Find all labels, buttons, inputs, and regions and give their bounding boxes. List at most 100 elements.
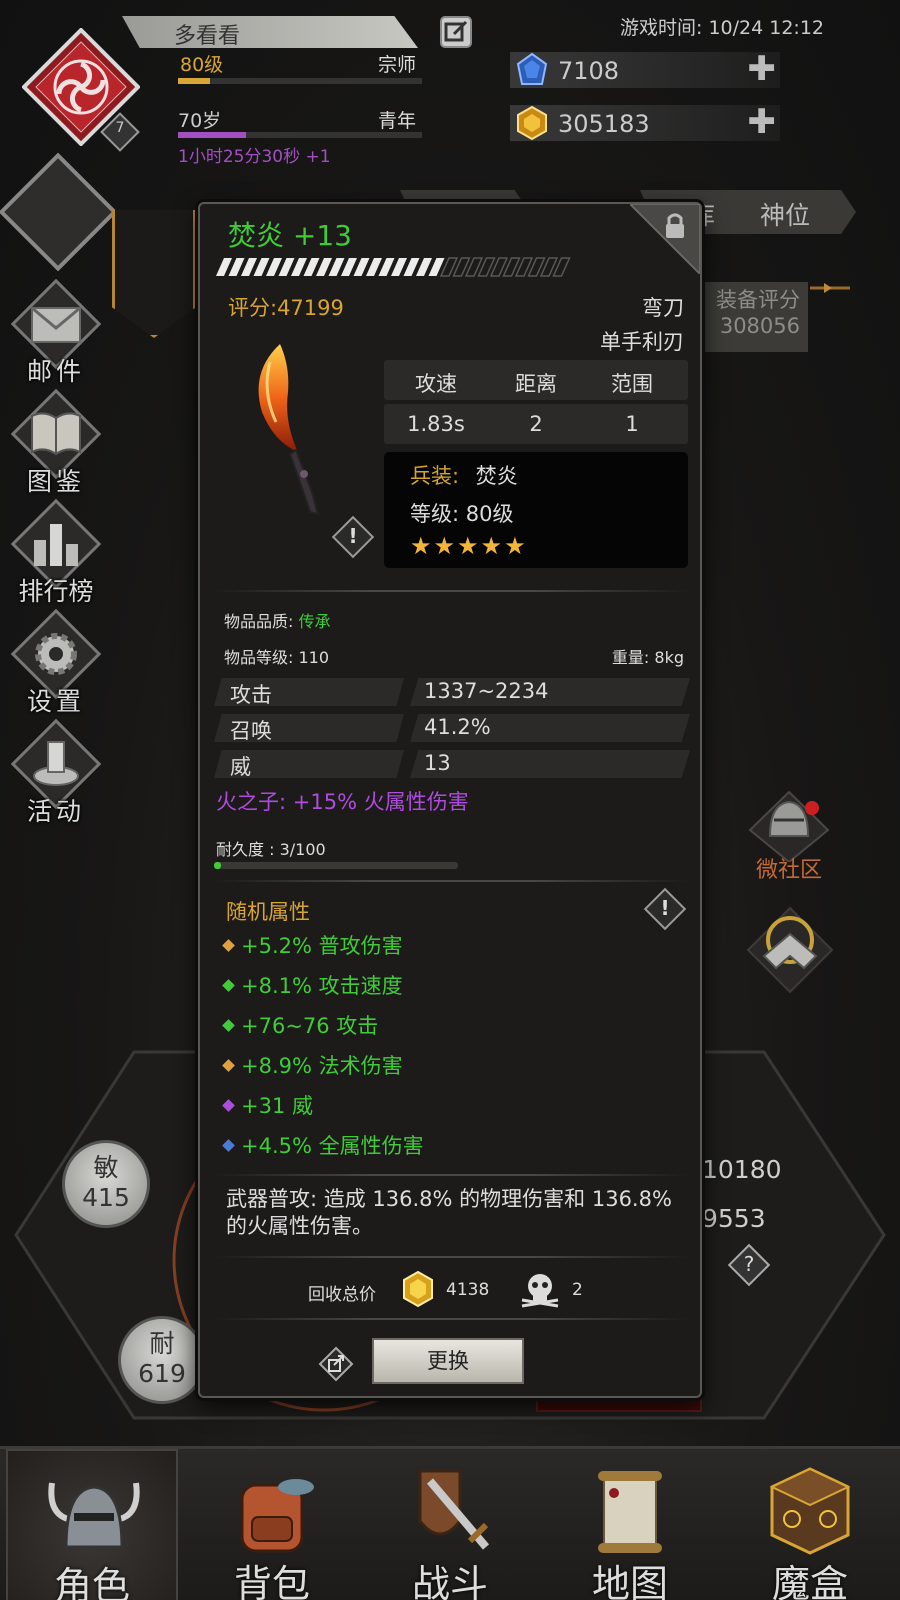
sidebar-item-codex[interactable]: 图鉴 xyxy=(8,388,104,496)
bottom-navigation: 角色 背包 战斗 地图 魔盒 xyxy=(0,1446,900,1600)
equip-score-value: 308056 xyxy=(719,314,800,338)
item-weight: 重量: 8kg xyxy=(611,648,684,667)
add-diamond-button[interactable]: ✚ xyxy=(748,52,777,86)
sidebar-item-activity[interactable]: 活动 xyxy=(8,718,104,826)
tab-divine-seat[interactable]: 神位 xyxy=(732,190,856,234)
weapon-stats-values: 1.83s 2 1 xyxy=(384,404,688,444)
sidebar-item-ranking[interactable]: 排行榜 xyxy=(8,498,104,606)
magic-box-icon xyxy=(769,1467,851,1555)
stat-value-b: 9553 xyxy=(702,1204,766,1233)
endurance-label: 耐 xyxy=(149,1329,175,1358)
helmet-icon xyxy=(48,1482,140,1549)
enhance-stripe xyxy=(353,258,370,276)
random-attributes-title: 随机属性 xyxy=(226,900,310,924)
agility-value: 415 xyxy=(82,1183,130,1212)
activity-icon xyxy=(33,741,79,786)
nav-item-label: 角色 xyxy=(53,1564,130,1600)
agility-label: 敏 xyxy=(93,1153,119,1182)
sidebar-item-label: 活动 xyxy=(26,797,85,826)
level-progress-bar xyxy=(178,78,422,84)
nav-item-label: 魔盒 xyxy=(771,1562,848,1600)
player-age: 70岁 xyxy=(178,110,222,132)
item-score: 评分:47199 xyxy=(228,296,344,320)
item-quality: 物品品质: 传承 xyxy=(224,608,331,632)
armament-label: 兵装: xyxy=(410,464,460,488)
player-level: 80级 xyxy=(180,54,224,76)
passive-effect: 火之子: +15% 火属性伤害 xyxy=(216,790,469,814)
sidebar-item-settings[interactable]: 设置 xyxy=(8,608,104,716)
stat-value: 1.83s xyxy=(407,412,465,436)
weapon-type: 弯刀 xyxy=(642,296,684,320)
backpack-icon xyxy=(240,1479,314,1553)
gold-value: 305183 xyxy=(558,110,650,138)
grade-label: 等级: xyxy=(410,502,460,526)
gold-currency: 305183 ✚ xyxy=(510,105,780,141)
attribute-gem-icon xyxy=(222,1099,235,1112)
diamond-value: 7108 xyxy=(558,57,620,85)
attribute-row: 攻击 1337~2234 xyxy=(214,678,690,708)
stats-help-button[interactable]: ? xyxy=(734,1252,764,1276)
nav-item-map[interactable]: 地图 xyxy=(544,1449,716,1600)
weapon-class: 单手利刃 xyxy=(600,330,684,354)
weapon-description: 武器普攻: 造成 136.8% 的物理伤害和 136.8% 的火属性伤害。 xyxy=(226,1187,672,1238)
gold-gem-icon xyxy=(403,1270,433,1308)
grade-value: 80级 xyxy=(465,502,514,526)
flag-pole-ornament xyxy=(810,280,850,294)
recycle-skull: 2 xyxy=(572,1280,583,1300)
enhance-stripe xyxy=(378,258,395,276)
replace-button[interactable]: 更换 xyxy=(372,1338,524,1384)
emblem-badge: 7 xyxy=(115,120,125,136)
player-name[interactable]: 多看看 xyxy=(122,16,418,48)
attribute-value: 41.2% xyxy=(410,714,690,742)
item-info-button[interactable]: ! xyxy=(338,524,368,548)
rank-crest-button[interactable] xyxy=(744,904,836,996)
nav-item-character[interactable]: 角色 xyxy=(6,1449,178,1600)
enhance-stripe xyxy=(366,258,382,276)
random-attribute-text: +76~76 攻击 xyxy=(241,1014,379,1038)
sidebar-item-label: 图鉴 xyxy=(26,467,85,496)
player-level-row: 80级 宗师 xyxy=(178,50,422,84)
sidebar-item-mail[interactable]: 邮件 xyxy=(8,278,104,386)
edit-name-button[interactable] xyxy=(440,16,472,48)
stat-value: 1 xyxy=(625,412,639,436)
micro-community-button[interactable]: 微社区 xyxy=(742,790,836,900)
skull-icon xyxy=(521,1274,559,1308)
micro-community-label: 微社区 xyxy=(755,858,822,883)
item-name: 焚炎 +13 xyxy=(228,219,352,252)
attribute-gem-icon xyxy=(222,979,235,992)
endurance-value: 619 xyxy=(138,1359,186,1388)
attribute-row: 召唤 41.2% xyxy=(214,714,690,744)
stat-header: 距离 xyxy=(515,372,557,396)
section-divider xyxy=(214,590,690,592)
stat-value: 2 xyxy=(529,412,543,436)
book-icon xyxy=(31,412,81,456)
random-attribute-text: +4.5% 全属性伤害 xyxy=(241,1134,424,1158)
add-gold-button[interactable]: ✚ xyxy=(748,105,777,139)
nav-item-backpack[interactable]: 背包 xyxy=(186,1449,358,1600)
gear-icon xyxy=(35,633,77,675)
player-age-stage: 青年 xyxy=(377,110,416,132)
lock-toggle[interactable] xyxy=(627,203,701,277)
section-divider xyxy=(214,1256,690,1258)
guild-emblem[interactable]: 7 xyxy=(21,27,141,152)
random-info-button[interactable]: ! xyxy=(650,896,680,920)
share-icon xyxy=(318,1346,354,1382)
armament-value: 焚炎 xyxy=(475,464,518,488)
enhance-stripe xyxy=(216,258,232,276)
enhance-stripe xyxy=(316,258,332,276)
nav-item-label: 地图 xyxy=(591,1562,668,1600)
star-rating: ★★★★★ xyxy=(410,532,528,560)
edit-icon xyxy=(444,20,468,42)
level-progress-fill xyxy=(178,78,210,84)
enhance-stripe xyxy=(266,258,282,276)
mail-icon xyxy=(31,306,81,343)
share-button[interactable] xyxy=(318,1346,354,1386)
gold-gem-icon xyxy=(517,105,547,141)
nav-item-magic-box[interactable]: 魔盒 xyxy=(724,1449,896,1600)
attribute-key: 攻击 xyxy=(214,678,404,706)
attribute-key: 召唤 xyxy=(214,714,404,742)
durability-fill xyxy=(214,862,222,869)
ranking-icon xyxy=(34,524,78,566)
nav-item-battle[interactable]: 战斗 xyxy=(364,1449,536,1600)
attribute-value: 1337~2234 xyxy=(410,678,690,706)
